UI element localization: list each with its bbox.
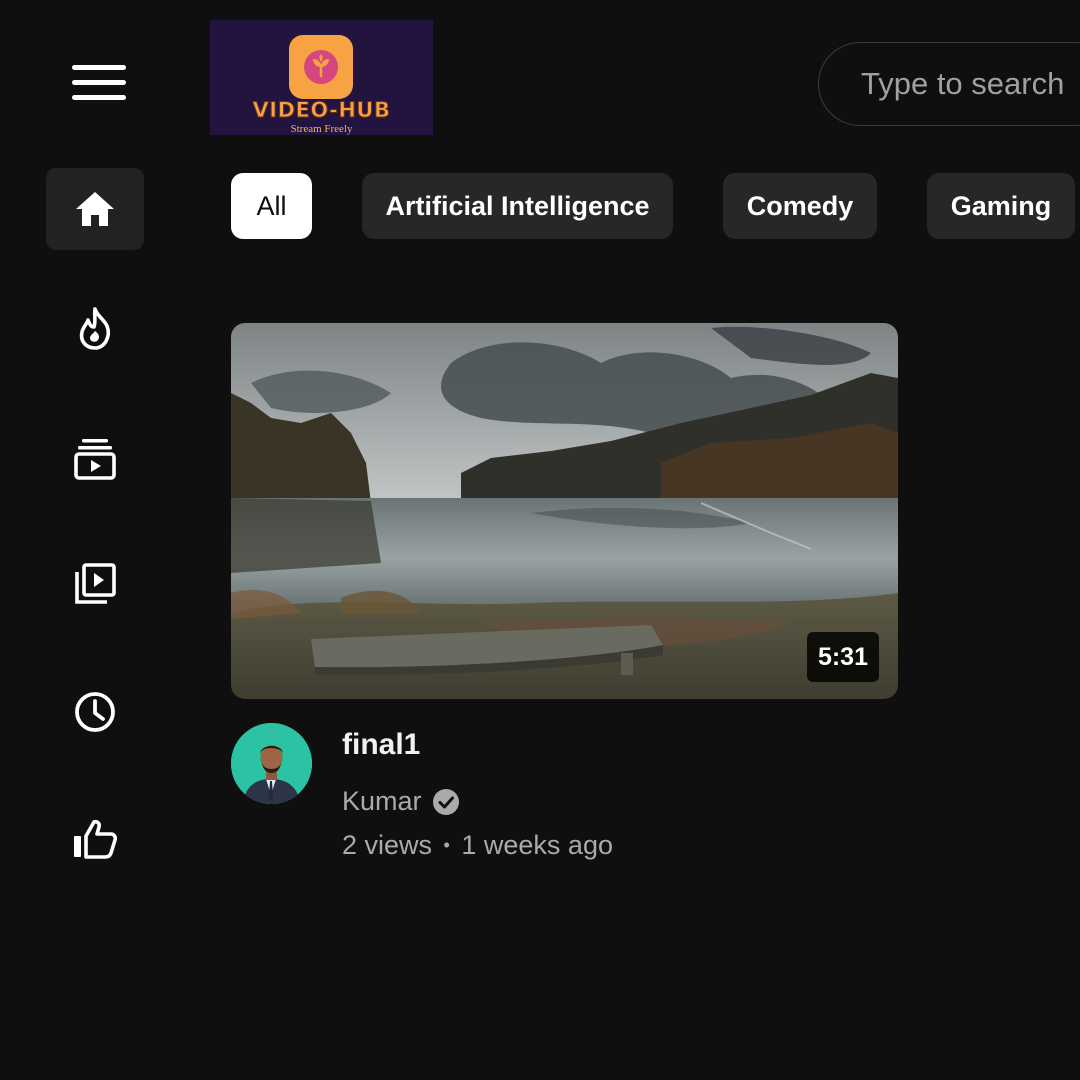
sidebar-item-trending[interactable]: [46, 288, 144, 370]
logo-brand-text: VIDEO-HUB: [252, 98, 391, 123]
lake-landscape-thumbnail: [231, 323, 898, 699]
liked-thumbs-up-icon: [74, 819, 118, 859]
chip-artificial-intelligence[interactable]: Artificial Intelligence: [362, 173, 673, 239]
video-duration-badge: 5:31: [806, 632, 879, 682]
hamburger-menu-icon: [72, 65, 126, 100]
view-count: 2 views: [342, 830, 433, 860]
avatar-portrait-image: [231, 723, 312, 804]
sidebar-item-history[interactable]: [46, 671, 144, 753]
chip-comedy[interactable]: Comedy: [723, 173, 877, 239]
history-clock-icon: [75, 692, 115, 732]
menu-button[interactable]: [60, 50, 138, 116]
trending-fire-icon: [79, 307, 111, 350]
channel-avatar[interactable]: [231, 723, 312, 804]
logo-tagline: Stream Freely: [290, 123, 353, 135]
video-thumbnail[interactable]: 5:31: [231, 323, 898, 699]
sidebar-item-home[interactable]: [46, 168, 144, 250]
video-meta: 2 views • 1 weeks ago: [342, 830, 613, 861]
home-icon: [76, 192, 114, 226]
search-input[interactable]: [859, 65, 1080, 103]
channel-name: Kumar: [342, 786, 422, 816]
sprout-app-icon: [289, 35, 353, 99]
meta-separator: •: [443, 835, 450, 855]
upload-age: 1 weeks ago: [461, 830, 613, 860]
sidebar-item-library[interactable]: [46, 543, 144, 625]
verified-check-icon: [432, 788, 459, 815]
library-icon: [75, 563, 116, 604]
site-logo[interactable]: VIDEO-HUB Stream Freely: [210, 20, 433, 135]
channel-link[interactable]: Kumar: [342, 786, 460, 817]
sidebar-item-subscriptions[interactable]: [46, 418, 144, 500]
sidebar-item-liked[interactable]: [46, 798, 144, 880]
search-bar[interactable]: [818, 42, 1080, 126]
chip-gaming[interactable]: Gaming: [927, 173, 1075, 239]
chip-all[interactable]: All: [231, 173, 312, 239]
subscriptions-icon: [74, 439, 116, 480]
video-title[interactable]: final1: [342, 728, 420, 762]
